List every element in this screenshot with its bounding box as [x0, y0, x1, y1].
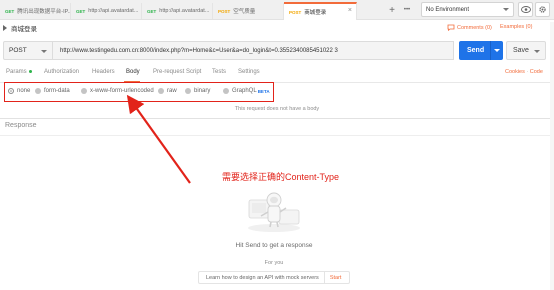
- divider: [0, 135, 554, 136]
- request-tabs: Params Authorization Headers Body Pre-re…: [0, 69, 554, 81]
- examples-link[interactable]: Examples (0): [500, 24, 532, 30]
- request-tab[interactable]: POST 空气质量: [213, 3, 284, 19]
- tab-name: 空气质量: [233, 9, 256, 15]
- status-dot: [28, 69, 32, 73]
- request-tab[interactable]: GET http://api.avatardat...: [71, 3, 142, 19]
- request-links: Cookies · Code: [505, 69, 543, 75]
- chevron-down-icon[interactable]: [494, 49, 500, 52]
- learn-text: Learn how to design an API with mock ser…: [206, 274, 319, 281]
- tab-name: 商城登录: [304, 10, 327, 16]
- links-separator: ·: [526, 69, 529, 75]
- cookies-link[interactable]: Cookies: [505, 69, 525, 75]
- tab-bar: GET 腾讯出现数据平台-IP... GET http://api.avatar…: [0, 0, 554, 20]
- save-button[interactable]: Save: [506, 41, 546, 60]
- annotation-text: 需要选择正确的Content-Type: [222, 172, 340, 182]
- request-tab[interactable]: GET 腾讯出现数据平台-IP...: [0, 3, 71, 19]
- request-title-row: 商城登录 Comments (0) Examples (0): [0, 22, 554, 36]
- send-button[interactable]: Send: [459, 41, 503, 60]
- tab-params-label: Params: [6, 69, 27, 75]
- tab-params[interactable]: Params: [6, 69, 32, 75]
- tab-method: GET: [76, 8, 86, 14]
- url-value: http://www.testingedu.com.cn:8000/index.…: [60, 47, 338, 54]
- astronaut-illustration: [248, 192, 300, 232]
- tab-method: GET: [5, 8, 15, 14]
- request-tab[interactable]: GET http://api.avatardat...: [142, 3, 213, 19]
- highlight-box: [4, 82, 274, 102]
- comments-link[interactable]: Comments (0): [447, 24, 492, 31]
- code-link[interactable]: Code: [530, 69, 543, 75]
- tab-settings[interactable]: Settings: [238, 69, 260, 75]
- divider: [0, 118, 554, 119]
- hit-send-message: Hit Send to get a response: [235, 242, 313, 249]
- comment-icon: [447, 24, 455, 31]
- tab-name: http://api.avatardat...: [88, 8, 139, 14]
- examples-label: Examples (0): [500, 24, 533, 30]
- tab-method: POST: [218, 8, 231, 14]
- method-select-value: POST: [9, 47, 27, 54]
- tab-method: POST: [289, 9, 302, 15]
- tab-name: 腾讯出现数据平台-IP...: [17, 9, 70, 15]
- chevron-down-icon: [503, 8, 509, 11]
- gear-icon[interactable]: [535, 2, 550, 17]
- send-divider: [490, 41, 491, 60]
- response-label: Response: [5, 122, 37, 129]
- environment-select[interactable]: No Environment: [421, 2, 514, 17]
- environment-select-value: No Environment: [426, 6, 470, 13]
- tab-name: http://api.avatardat...: [159, 8, 210, 14]
- add-tab-icon[interactable]: +: [385, 3, 399, 17]
- for-you-heading: For you: [264, 260, 284, 266]
- chevron-down-icon: [41, 50, 47, 53]
- tab-headers[interactable]: Headers: [92, 69, 115, 75]
- start-link[interactable]: Start: [330, 275, 342, 281]
- close-icon[interactable]: ×: [348, 7, 352, 14]
- comments-label: Comments (0): [457, 24, 492, 31]
- learn-mock-servers-card[interactable]: Learn how to design an API with mock ser…: [198, 271, 350, 284]
- tab-tests[interactable]: Tests: [212, 69, 226, 75]
- chevron-down-icon[interactable]: [534, 50, 540, 53]
- request-tab-active[interactable]: POST 商城登录 ×: [284, 2, 357, 20]
- tab-method: GET: [147, 8, 157, 14]
- request-title[interactable]: 商城登录: [11, 23, 37, 33]
- method-select[interactable]: POST: [3, 41, 53, 60]
- send-label: Send: [467, 47, 485, 54]
- tab-pre-request-script[interactable]: Pre-request Script: [153, 69, 201, 75]
- eye-icon[interactable]: [518, 2, 533, 17]
- more-tabs-icon[interactable]: •••: [400, 3, 414, 17]
- divider: [323, 271, 325, 284]
- save-label: Save: [513, 47, 529, 54]
- tab-body[interactable]: Body: [126, 69, 140, 75]
- no-body-message: This request does not have a body: [234, 106, 320, 112]
- caret-right-icon[interactable]: [3, 25, 7, 31]
- tab-authorization[interactable]: Authorization: [44, 69, 79, 75]
- url-input[interactable]: http://www.testingedu.com.cn:8000/index.…: [53, 41, 454, 60]
- scrollbar[interactable]: [550, 22, 554, 290]
